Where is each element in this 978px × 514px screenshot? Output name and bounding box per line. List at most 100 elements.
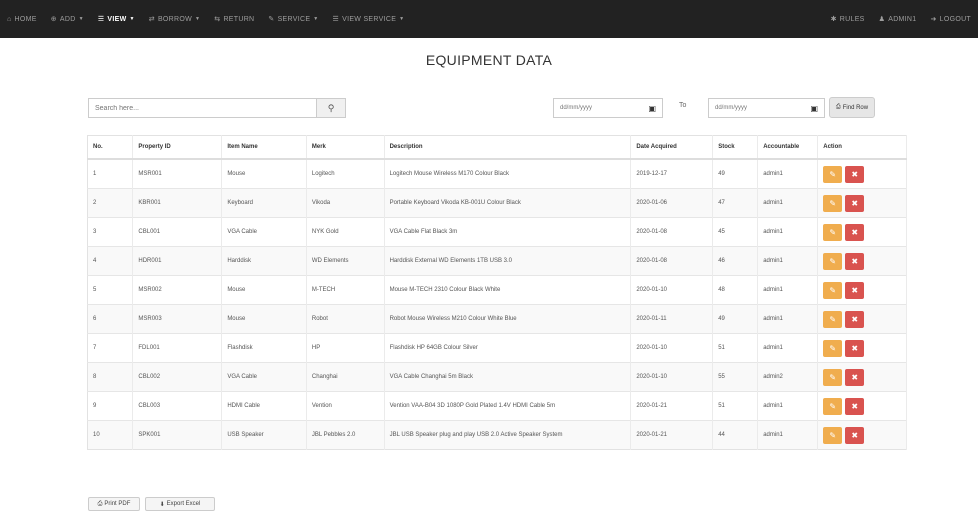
- table-cell: 51: [712, 391, 759, 421]
- nav-item-admin1[interactable]: ♟ ADMIN1: [872, 0, 924, 38]
- table-cell: Flashdisk: [221, 333, 307, 363]
- column-header[interactable]: Accountable: [757, 135, 819, 160]
- nav-item-logout[interactable]: ➜ LOGOUT: [923, 0, 978, 38]
- column-header[interactable]: Description: [384, 135, 632, 160]
- edit-button[interactable]: ✎: [823, 368, 843, 386]
- table-cell: SPK001: [132, 420, 223, 450]
- table-row: 2 KBR001 Keyboard Vikoda Portable Keyboard V…: [87, 188, 907, 218]
- caret-down-icon: ▼: [129, 16, 135, 22]
- calendar-icon[interactable]: ▣: [810, 104, 818, 113]
- table-cell: Mouse: [221, 158, 307, 189]
- action-cell: ✎ ✖: [817, 217, 907, 247]
- column-header[interactable]: No.: [87, 135, 134, 160]
- close-icon: ✖: [851, 198, 859, 208]
- delete-button[interactable]: ✖: [845, 281, 865, 299]
- edit-button[interactable]: ✎: [823, 339, 843, 357]
- search-input[interactable]: [88, 98, 316, 118]
- table-cell: MSR003: [132, 304, 223, 334]
- delete-button[interactable]: ✖: [845, 397, 865, 415]
- delete-button[interactable]: ✖: [845, 252, 865, 270]
- table-cell: 2019-12-17: [630, 158, 714, 189]
- delete-button[interactable]: ✖: [845, 426, 865, 444]
- edit-button[interactable]: ✎: [823, 194, 843, 212]
- action-buttons: ✎ ✖: [823, 165, 865, 183]
- table-cell: 2020-01-06: [630, 188, 714, 218]
- edit-button[interactable]: ✎: [823, 310, 843, 328]
- pencil-icon: ✎: [829, 285, 837, 295]
- nav-item-service[interactable]: ✎ SERVICE ▼: [261, 0, 325, 38]
- action-buttons: ✎ ✖: [823, 368, 865, 386]
- column-header[interactable]: Item Name: [221, 135, 307, 160]
- print-pdf-button[interactable]: ⎙ Print PDF: [88, 497, 140, 511]
- table-cell: 9: [87, 391, 134, 421]
- edit-button[interactable]: ✎: [823, 165, 843, 183]
- table-cell: VGA Cable: [221, 217, 307, 247]
- delete-button[interactable]: ✖: [845, 339, 865, 357]
- search-button[interactable]: ⚲: [316, 98, 346, 118]
- edit-button[interactable]: ✎: [823, 281, 843, 299]
- table-cell: JBL USB Speaker plug and play USB 2.0 Ac…: [384, 420, 632, 450]
- action-cell: ✎ ✖: [817, 420, 907, 450]
- nav-item-home[interactable]: ⌂ HOME: [0, 0, 44, 38]
- table-cell: Harddisk External WD Elements 1TB USB 3.…: [384, 246, 632, 276]
- table-cell: admin1: [757, 333, 819, 363]
- delete-button[interactable]: ✖: [845, 223, 865, 241]
- list-icon: ☰: [332, 16, 340, 23]
- find-row-button[interactable]: ⎙ Find Row: [829, 97, 875, 118]
- edit-button[interactable]: ✎: [823, 223, 843, 241]
- delete-button[interactable]: ✖: [845, 165, 865, 183]
- nav-item-borrow[interactable]: ⇄ BORROW ▼: [142, 0, 208, 38]
- list-icon: ☰: [97, 16, 105, 23]
- date-to-input[interactable]: dd/mm/yyyy ▣: [708, 98, 825, 118]
- pencil-icon: ✎: [829, 401, 837, 411]
- delete-button[interactable]: ✖: [845, 194, 865, 212]
- date-from-input[interactable]: dd/mm/yyyy ▣: [553, 98, 663, 118]
- column-header[interactable]: Stock: [712, 135, 759, 160]
- calendar-icon[interactable]: ▣: [648, 104, 656, 113]
- action-cell: ✎ ✖: [817, 275, 907, 305]
- column-header[interactable]: Action: [817, 135, 907, 160]
- table-cell: Logitech Mouse Wireless M170 Colour Blac…: [384, 158, 632, 189]
- nav-item-add[interactable]: ⊕ ADD ▼: [44, 0, 91, 38]
- column-header[interactable]: Date Acquired: [630, 135, 714, 160]
- edit-button[interactable]: ✎: [823, 252, 843, 270]
- table-cell: 46: [712, 246, 759, 276]
- table-cell: admin1: [757, 275, 819, 305]
- table-cell: 2020-01-21: [630, 391, 714, 421]
- table-row: 4 HDR001 Harddisk WD Elements Harddisk Exter…: [87, 246, 907, 276]
- column-header[interactable]: Merk: [306, 135, 385, 160]
- nav-item-rules[interactable]: ✱ RULES: [824, 0, 872, 38]
- table-cell: admin1: [757, 158, 819, 189]
- action-buttons: ✎ ✖: [823, 339, 865, 357]
- nav-item-view[interactable]: ☰ VIEW ▼: [91, 0, 142, 38]
- action-cell: ✎ ✖: [817, 188, 907, 218]
- pencil-icon: ✎: [829, 314, 837, 324]
- delete-button[interactable]: ✖: [845, 310, 865, 328]
- close-icon: ✖: [851, 343, 859, 353]
- table-cell: FDL001: [132, 333, 223, 363]
- action-buttons: ✎ ✖: [823, 310, 865, 328]
- table-cell: Vention: [306, 391, 385, 421]
- table-cell: Flashdisk HP 64GB Colour Silver: [384, 333, 632, 363]
- edit-button[interactable]: ✎: [823, 426, 843, 444]
- column-header[interactable]: Property ID: [132, 135, 223, 160]
- table-cell: HDR001: [132, 246, 223, 276]
- export-excel-button[interactable]: ⬇ Export Excel: [145, 497, 215, 511]
- table-cell: 7: [87, 333, 134, 363]
- edit-button[interactable]: ✎: [823, 397, 843, 415]
- nav-item-view-service[interactable]: ☰ VIEW SERVICE ▼: [326, 0, 412, 38]
- action-cell: ✎ ✖: [817, 333, 907, 363]
- table-cell: Vention VAA-B04 3D 1080P Gold Plated 1.4…: [384, 391, 632, 421]
- nav-item-return[interactable]: ⇆ RETURN: [207, 0, 261, 38]
- close-icon: ✖: [851, 401, 859, 411]
- table-cell: 10: [87, 420, 134, 450]
- print-icon: ⎙: [97, 500, 103, 507]
- export-excel-label: Export Excel: [166, 501, 201, 507]
- action-cell: ✎ ✖: [817, 304, 907, 334]
- delete-button[interactable]: ✖: [845, 368, 865, 386]
- close-icon: ✖: [851, 372, 859, 382]
- nav-item-label: BORROW: [157, 15, 193, 23]
- close-icon: ✖: [851, 169, 859, 179]
- table-cell: USB Speaker: [221, 420, 307, 450]
- rules-icon: ✱: [830, 16, 837, 23]
